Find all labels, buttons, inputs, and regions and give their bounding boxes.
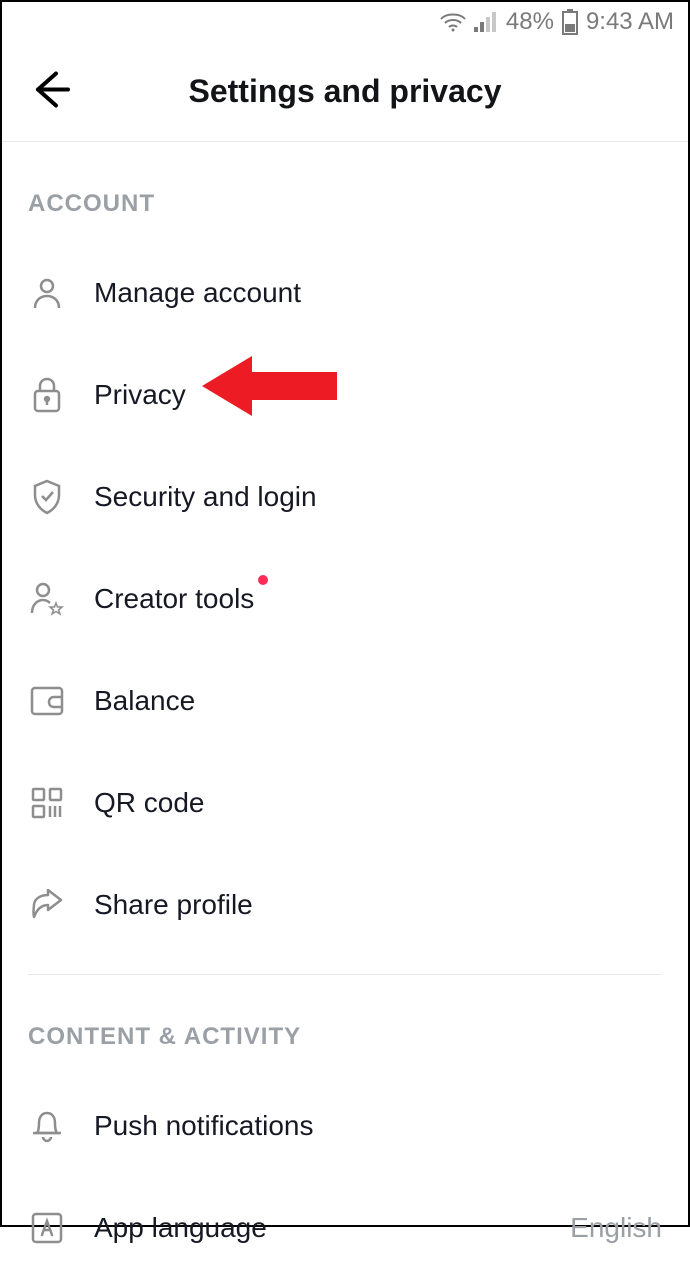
- menu-item-privacy[interactable]: Privacy: [28, 344, 662, 446]
- qr-icon: [28, 784, 66, 822]
- share-icon: [28, 886, 66, 924]
- section-header-account: ACCOUNT: [28, 190, 662, 218]
- menu-label: Push notifications: [94, 1110, 313, 1142]
- signal-icon: [474, 12, 498, 32]
- menu-label: Creator tools: [94, 583, 254, 615]
- bell-icon: [28, 1107, 66, 1145]
- status-time: 9:43 AM: [586, 8, 674, 36]
- status-bar: 48% 9:43 AM: [2, 2, 688, 42]
- header: Settings and privacy: [2, 42, 688, 142]
- content: ACCOUNT Manage account Privacy: [2, 190, 688, 1279]
- lock-icon: [28, 376, 66, 414]
- section-header-content-activity: CONTENT & ACTIVITY: [28, 1023, 662, 1051]
- battery-percentage: 48%: [506, 8, 554, 36]
- person-icon: [28, 274, 66, 312]
- back-button[interactable]: [28, 67, 72, 116]
- wallet-icon: [28, 682, 66, 720]
- menu-label: Balance: [94, 685, 195, 717]
- language-icon: [28, 1209, 66, 1247]
- menu-label: QR code: [94, 787, 205, 819]
- battery-icon: [562, 9, 578, 35]
- page-title: Settings and privacy: [2, 73, 688, 110]
- menu-label: App language: [94, 1212, 267, 1244]
- divider: [28, 974, 662, 975]
- menu-label: Manage account: [94, 277, 301, 309]
- menu-item-balance[interactable]: Balance: [28, 650, 662, 752]
- menu-value: English: [570, 1212, 662, 1244]
- menu-item-app-language[interactable]: App language English: [28, 1177, 662, 1279]
- menu-item-manage-account[interactable]: Manage account: [28, 242, 662, 344]
- menu-label: Security and login: [94, 481, 317, 513]
- person-star-icon: [28, 580, 66, 618]
- menu-label: Share profile: [94, 889, 253, 921]
- notification-dot: [258, 575, 268, 585]
- menu-item-qr-code[interactable]: QR code: [28, 752, 662, 854]
- menu-item-share-profile[interactable]: Share profile: [28, 854, 662, 956]
- menu-item-security[interactable]: Security and login: [28, 446, 662, 548]
- wifi-icon: [440, 12, 466, 32]
- shield-icon: [28, 478, 66, 516]
- menu-label: Privacy: [94, 379, 186, 411]
- menu-item-push-notifications[interactable]: Push notifications: [28, 1075, 662, 1177]
- menu-item-creator-tools[interactable]: Creator tools: [28, 548, 662, 650]
